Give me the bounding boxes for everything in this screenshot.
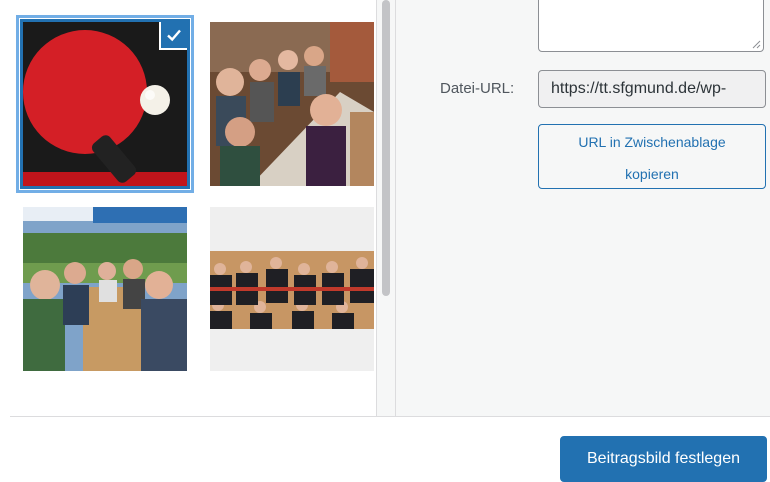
description-textarea[interactable]: [538, 0, 764, 52]
copy-url-button-line1: URL in Zwischenablage: [578, 134, 726, 150]
beer-garden-image: [23, 207, 187, 371]
media-gallery: [0, 0, 376, 416]
media-toolbar: Beitragsbild festlegen: [0, 417, 770, 482]
media-item-group-indoor[interactable]: [210, 22, 374, 186]
attachment-details-sidebar: Datei-URL: https://tt.sfgmund.de/wp- URL…: [396, 0, 770, 416]
set-featured-image-button[interactable]: Beitragsbild festlegen: [560, 436, 767, 482]
team-photo-image: [210, 207, 374, 371]
selected-check-icon[interactable]: [159, 22, 187, 50]
resize-grip-icon[interactable]: [751, 39, 761, 49]
copy-url-button-line2: kopieren: [625, 166, 679, 182]
media-item-beer-garden[interactable]: [23, 207, 187, 371]
media-item-paddle[interactable]: [20, 19, 190, 189]
copy-url-button[interactable]: URL in Zwischenablage kopieren: [538, 124, 766, 189]
scrollbar-thumb[interactable]: [382, 0, 390, 296]
group-indoor-image: [210, 22, 374, 186]
file-url-field[interactable]: https://tt.sfgmund.de/wp-: [538, 70, 766, 108]
gallery-scrollbar[interactable]: [376, 0, 396, 416]
file-url-label: Datei-URL:: [440, 80, 515, 97]
media-item-team-photo[interactable]: [210, 207, 374, 371]
